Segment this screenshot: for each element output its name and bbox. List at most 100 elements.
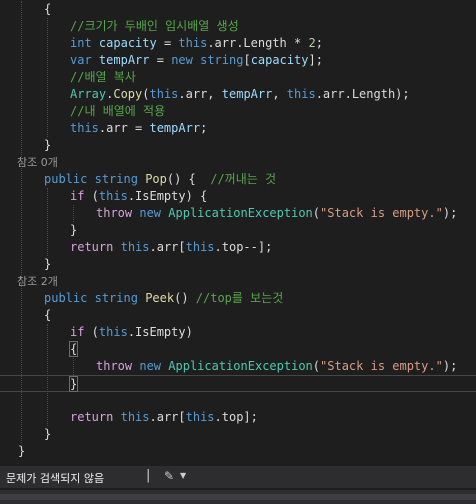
- code-token: if: [70, 325, 85, 339]
- code-token: capacity: [250, 53, 309, 67]
- code-text: if (this.IsEmpty) {: [70, 188, 207, 205]
- horizontal-scrollbar[interactable]: [0, 490, 476, 504]
- indent-guide: [21, 1, 22, 443]
- code-line: }: [0, 222, 476, 239]
- code-token: () {: [166, 172, 211, 186]
- code-token: this: [70, 121, 99, 135]
- code-line: {: [0, 307, 476, 324]
- status-separator: |: [146, 468, 151, 483]
- codelens-text[interactable]: 참조 0개: [17, 154, 58, 171]
- code-token: tempArr: [149, 121, 201, 135]
- code-token: Peek: [145, 291, 175, 305]
- code-line: this.arr = tempArr;: [0, 120, 476, 137]
- code-token: ];: [308, 53, 323, 67]
- code-token: public: [44, 172, 88, 186]
- codelens-text[interactable]: 참조 2개: [17, 273, 58, 290]
- code-text: throw new ApplicationException("Stack is…: [96, 205, 457, 222]
- code-token: (: [84, 189, 99, 203]
- code-token: throw: [96, 359, 133, 373]
- scrollbar-thumb[interactable]: [0, 494, 476, 500]
- code-token: .IsEmpty) {: [127, 189, 208, 203]
- code-line: throw new ApplicationException("Stack is…: [0, 205, 476, 222]
- code-token: tempArr: [221, 87, 273, 101]
- code-text: Array.Copy(this.arr, tempArr, this.arr.L…: [70, 86, 410, 103]
- code-line: int capacity = this.arr.Length * 2;: [0, 35, 476, 52]
- code-line: public string Pop() { //꺼내는 것: [0, 171, 476, 188]
- code-line: return this.arr[this.top];: [0, 409, 476, 426]
- code-token: );: [442, 206, 458, 220]
- code-token: .IsEmpty): [127, 325, 193, 339]
- code-token: int: [70, 36, 92, 50]
- code-token: //내 배열에 적용: [70, 104, 166, 118]
- indent-guide: [73, 205, 74, 222]
- code-line: if (this.IsEmpty) {: [0, 188, 476, 205]
- code-token: }: [44, 257, 52, 271]
- code-editor[interactable]: {//크기가 두배인 임시배열 생성 int capacity = this.ar…: [0, 0, 476, 458]
- issues-status[interactable]: 문제가 검색되지 않음: [6, 470, 104, 486]
- indent-guide: [47, 188, 48, 256]
- code-line: //크기가 두배인 임시배열 생성: [0, 18, 476, 35]
- code-token: [: [243, 53, 251, 67]
- code-token: .top];: [214, 410, 258, 424]
- code-line: if (this.IsEmpty): [0, 324, 476, 341]
- codelens-references[interactable]: 참조 0개: [0, 154, 476, 171]
- code-token: (): [174, 291, 196, 305]
- brace-match-highlight: {: [68, 341, 79, 357]
- code-token: this: [185, 410, 215, 424]
- code-line: var tempArr = new string[capacity];: [0, 52, 476, 69]
- code-token: 2: [308, 36, 316, 50]
- code-line: //배열 복사: [0, 69, 476, 86]
- code-token: Pop: [145, 172, 167, 186]
- codelens-references[interactable]: 참조 2개: [0, 273, 476, 290]
- code-token: string: [94, 291, 138, 305]
- code-text: public string Pop() { //꺼내는 것: [44, 171, 276, 188]
- code-token: .arr.Length *: [207, 36, 309, 50]
- code-line: {: [0, 1, 476, 18]
- code-token: throw: [96, 206, 133, 220]
- code-token: new: [139, 359, 162, 373]
- code-line: return this.arr[this.top--];: [0, 239, 476, 256]
- chevron-down-icon[interactable]: ▼: [180, 471, 186, 480]
- code-token: //크기가 두배인 임시배열 생성: [70, 19, 239, 33]
- code-token: .arr.Length);: [315, 87, 410, 101]
- status-bar: 문제가 검색되지 않음 | ✎ ▼: [0, 466, 476, 488]
- code-token: "Stack is empty.": [320, 359, 443, 373]
- code-token: this: [149, 87, 179, 101]
- code-token: .arr[: [149, 240, 186, 254]
- indent-guide: [47, 324, 48, 426]
- code-line: }: [0, 137, 476, 154]
- code-token: ApplicationException: [168, 359, 313, 373]
- code-token: }: [44, 427, 52, 441]
- code-token: {: [44, 308, 52, 322]
- code-cleanup-brush-icon[interactable]: ✎: [164, 469, 174, 483]
- code-token: Copy: [113, 87, 143, 101]
- code-token: this: [178, 36, 208, 50]
- code-token: capacity: [98, 36, 157, 50]
- code-token: }: [70, 223, 78, 237]
- code-token: .arr =: [98, 121, 150, 135]
- code-text: var tempArr = new string[capacity];: [70, 52, 323, 69]
- code-token: );: [442, 359, 458, 373]
- code-token: .arr[: [149, 410, 186, 424]
- code-text: this.arr = tempArr;: [70, 120, 207, 137]
- code-line: }: [0, 443, 476, 458]
- code-token: (: [142, 87, 150, 101]
- code-token: var: [70, 53, 92, 67]
- code-token: =: [149, 53, 172, 67]
- code-text: }: [18, 443, 25, 458]
- code-line: }: [0, 426, 476, 443]
- code-token: ;: [315, 36, 323, 50]
- code-text: return this.arr[this.top];: [70, 409, 258, 426]
- code-text: }: [68, 376, 79, 393]
- code-token: public: [44, 291, 88, 305]
- code-token: string: [94, 172, 138, 186]
- code-token: this: [98, 189, 128, 203]
- code-token: "Stack is empty.": [320, 206, 443, 220]
- code-text: public string Peek() //top를 보는것: [44, 290, 283, 307]
